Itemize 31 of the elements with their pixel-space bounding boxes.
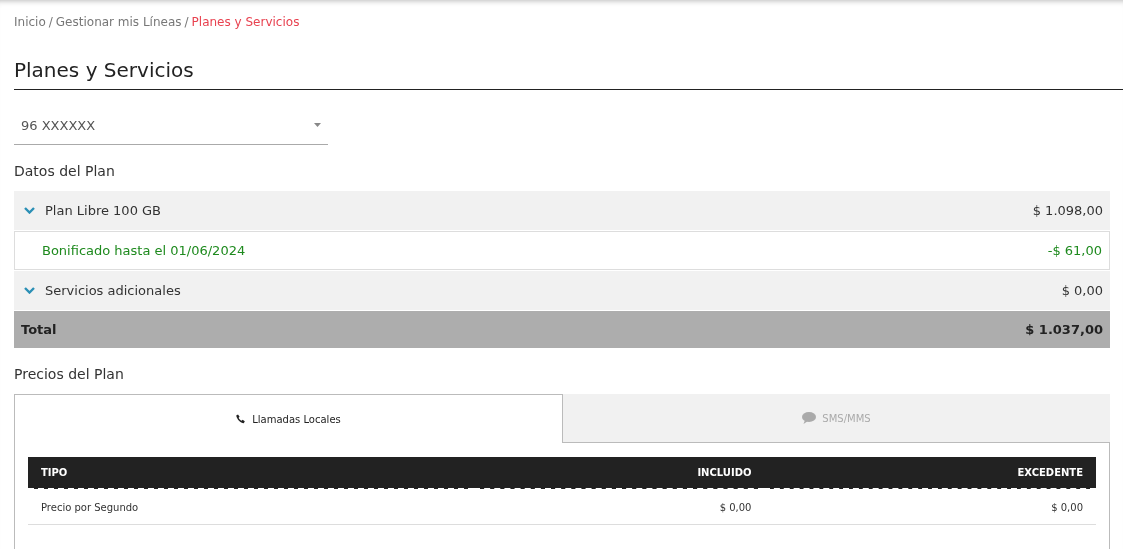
plan-row[interactable]: Servicios adicionales $ 0,00 — [14, 271, 1110, 310]
row-amount: $ 0,00 — [1061, 283, 1103, 298]
plan-row[interactable]: Plan Libre 100 GB $ 1.098,00 — [14, 191, 1110, 230]
breadcrumb-link[interactable]: Inicio — [14, 15, 46, 37]
chevron-icon — [24, 207, 35, 214]
row-amount: -$ 61,00 — [1047, 243, 1102, 258]
table-cell: $ 0,00 — [474, 489, 765, 525]
section-title: Precios del Plan — [14, 366, 125, 382]
tab[interactable]: Llamadas Locales — [14, 394, 563, 443]
row-label: Bonificado hasta el 01/06/2024 — [42, 243, 246, 258]
phone-icon — [236, 414, 247, 424]
column-header: EXCEDENTE — [764, 457, 1096, 489]
page-title: Planes y Servicios — [14, 58, 1123, 90]
row-label: Plan Libre 100 GB — [45, 203, 162, 218]
breadcrumb-link[interactable]: Planes y Servicios — [191, 15, 300, 37]
breadcrumb-link[interactable]: Gestionar mis Líneas — [55, 15, 182, 37]
row-label: Servicios adicionales — [45, 283, 181, 298]
row-amount: $ 1.037,00 — [1025, 322, 1103, 337]
column-header: TIPO — [28, 457, 475, 489]
row-amount: $ 1.098,00 — [1032, 203, 1103, 218]
speech-bubble-icon — [802, 412, 817, 424]
table-cell: Precio por Segundo — [28, 489, 475, 525]
caret-icon — [314, 123, 321, 127]
section-title: Datos del Plan — [14, 163, 116, 179]
table-cell: $ 0,00 — [764, 489, 1096, 525]
column-header: INCLUIDO — [474, 457, 765, 489]
breadcrumb-separator: / — [184, 15, 189, 31]
chevron-icon — [24, 287, 35, 294]
line-select[interactable]: 96 XXXXXX — [14, 106, 328, 145]
row-label: Total — [21, 322, 57, 337]
breadcrumb-separator: / — [48, 15, 53, 31]
